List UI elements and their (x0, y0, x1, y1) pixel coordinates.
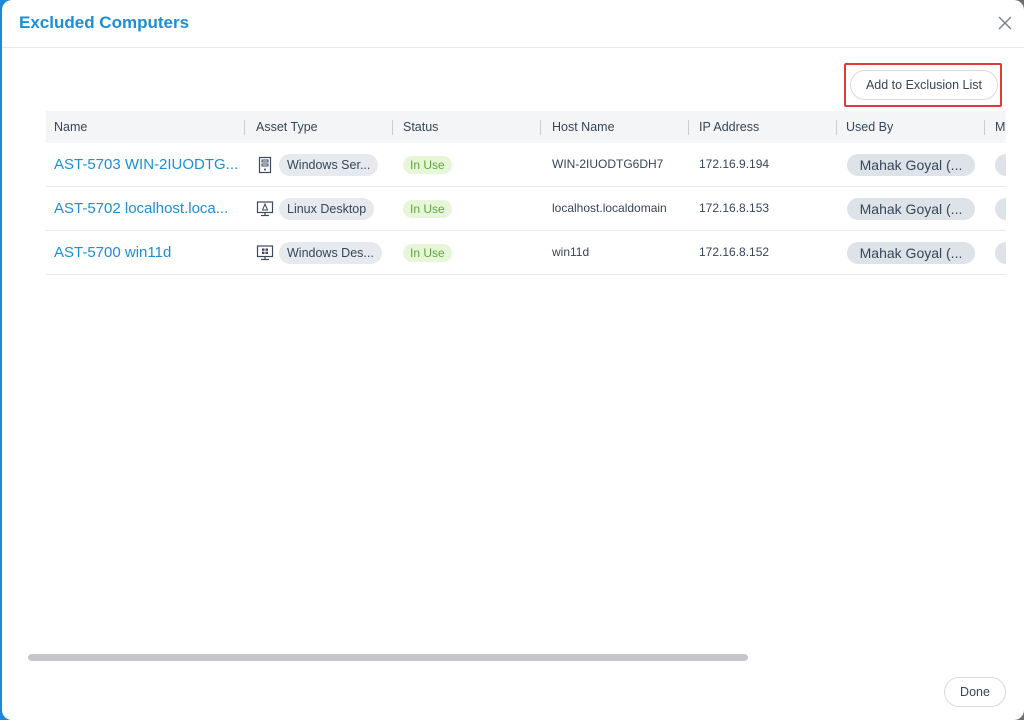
windows-desktop-icon (256, 244, 274, 262)
column-resize-handle[interactable] (244, 120, 245, 135)
row-name-cell: AST-5703 WIN-2IUODTG... (54, 143, 242, 186)
column-resize-handle[interactable] (540, 120, 541, 135)
status-badge: In Use (403, 156, 452, 174)
column-header-host-name[interactable]: Host Name (552, 111, 615, 143)
asset-name-link[interactable]: AST-5702 localhost.loca... (54, 187, 242, 230)
status-badge: In Use (403, 200, 452, 218)
dialog-header: Excluded Computers (2, 0, 1024, 48)
asset-type-chip: Windows Des... (279, 242, 382, 264)
truncated-column-chip (995, 154, 1006, 176)
column-resize-handle[interactable] (984, 120, 985, 135)
table-header: Name Asset Type Status Host Name IP Addr… (46, 111, 1006, 143)
used-by-chip[interactable]: Mahak Goyal (... (847, 154, 975, 176)
host-name-cell: WIN-2IUODTG6DH7 (552, 157, 664, 171)
table-row[interactable]: AST-5702 localhost.loca... Linux Desktop… (46, 187, 1006, 231)
column-resize-handle[interactable] (836, 120, 837, 135)
ip-address-cell: 172.16.8.153 (699, 201, 770, 215)
linux-desktop-icon (256, 200, 274, 218)
done-button[interactable]: Done (944, 677, 1006, 707)
host-name-cell: localhost.localdomain (552, 201, 667, 215)
truncated-column-chip (995, 242, 1006, 264)
close-icon[interactable] (994, 12, 1016, 34)
excluded-computers-dialog: Excluded Computers Add to Exclusion List… (2, 0, 1024, 720)
ip-address-cell: 172.16.8.152 (699, 245, 770, 259)
used-by-chip[interactable]: Mahak Goyal (... (847, 242, 975, 264)
column-resize-handle[interactable] (688, 120, 689, 135)
column-resize-handle[interactable] (392, 120, 393, 135)
row-name-cell: AST-5700 win11d (54, 231, 242, 274)
asset-type-chip: Windows Ser... (279, 154, 379, 176)
asset-name-link[interactable]: AST-5700 win11d (54, 231, 242, 274)
excluded-computers-table: Name Asset Type Status Host Name IP Addr… (46, 111, 1006, 276)
column-header-used-by[interactable]: Used By (846, 111, 893, 143)
column-header-truncated[interactable]: M (995, 111, 1005, 143)
table-row[interactable]: AST-5703 WIN-2IUODTG... Windows Ser... I… (46, 143, 1006, 187)
table-row[interactable]: AST-5700 win11d Windows Des... In Use wi… (46, 231, 1006, 275)
ip-address-cell: 172.16.9.194 (699, 157, 770, 171)
horizontal-scrollbar[interactable] (28, 654, 748, 661)
add-to-exclusion-list-button[interactable]: Add to Exclusion List (850, 70, 998, 100)
truncated-column-chip (995, 198, 1006, 220)
dialog-title: Excluded Computers (19, 13, 190, 32)
used-by-chip[interactable]: Mahak Goyal (... (847, 198, 975, 220)
row-name-cell: AST-5702 localhost.loca... (54, 187, 242, 230)
column-header-asset-type[interactable]: Asset Type (256, 111, 318, 143)
asset-type-chip: Linux Desktop (279, 198, 375, 220)
column-header-name[interactable]: Name (54, 111, 87, 143)
host-name-cell: win11d (552, 245, 590, 259)
server-icon (256, 156, 274, 174)
asset-name-link[interactable]: AST-5703 WIN-2IUODTG... (54, 143, 242, 186)
column-header-status[interactable]: Status (403, 111, 438, 143)
status-badge: In Use (403, 244, 452, 262)
column-header-ip-address[interactable]: IP Address (699, 111, 759, 143)
